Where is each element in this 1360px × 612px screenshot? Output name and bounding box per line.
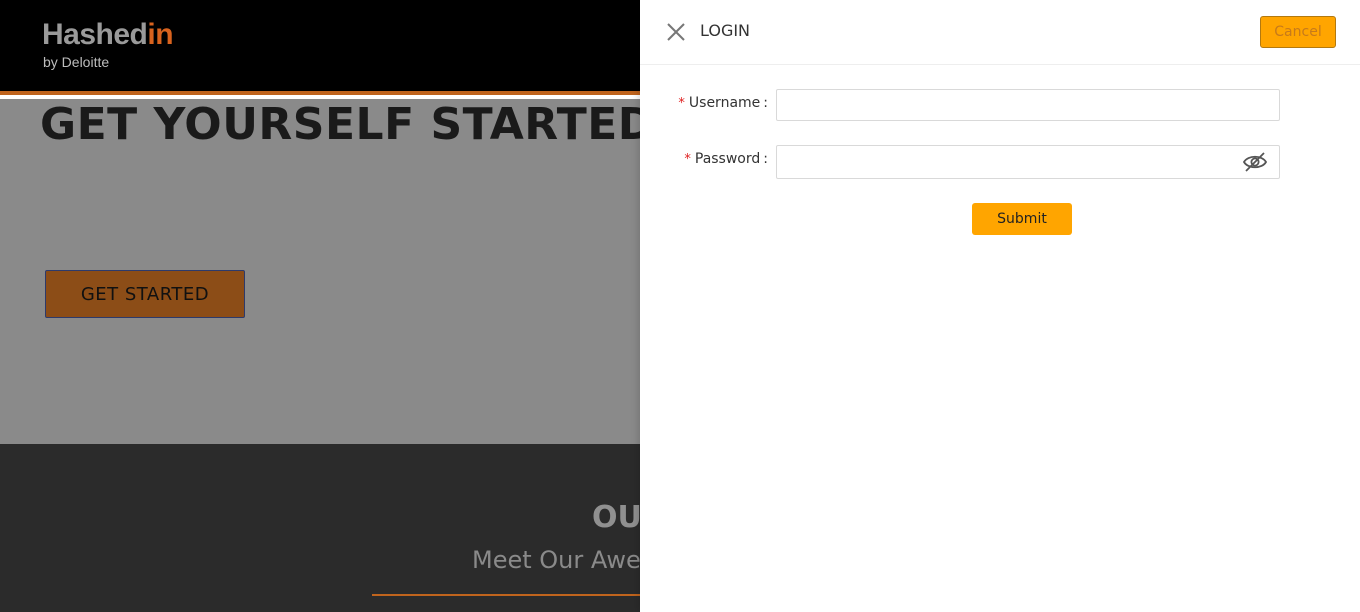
required-mark: * bbox=[678, 96, 685, 111]
eye-invisible-icon[interactable] bbox=[1242, 151, 1268, 173]
username-label: * Username: bbox=[678, 95, 768, 111]
logo-subtitle: by Deloitte bbox=[43, 54, 110, 70]
get-started-button[interactable]: GET STARTED bbox=[45, 270, 245, 318]
password-row: * Password: bbox=[640, 145, 1360, 179]
username-row: * Username: bbox=[640, 89, 1360, 123]
submit-button[interactable]: Submit bbox=[972, 203, 1072, 235]
required-mark: * bbox=[684, 152, 691, 167]
logo-text: Hashed bbox=[42, 18, 148, 51]
hashedin-logo: Hashedin by Deloitte bbox=[42, 18, 174, 70]
cancel-button[interactable]: Cancel bbox=[1260, 16, 1336, 48]
drawer-header: LOGIN Cancel bbox=[640, 0, 1360, 65]
login-drawer: LOGIN Cancel * Username: * Password: Submi… bbox=[640, 0, 1360, 612]
username-input[interactable] bbox=[776, 89, 1280, 121]
hero-title: GET YOURSELF STARTED ... bbox=[40, 99, 723, 150]
username-label-text: Username bbox=[688, 95, 761, 111]
drawer-title: LOGIN bbox=[700, 21, 751, 40]
password-input[interactable] bbox=[776, 145, 1280, 179]
password-label-text: Password bbox=[694, 151, 761, 167]
close-icon[interactable] bbox=[666, 22, 686, 42]
password-label: * Password: bbox=[684, 151, 768, 167]
logo-accent-text: in bbox=[147, 18, 174, 51]
